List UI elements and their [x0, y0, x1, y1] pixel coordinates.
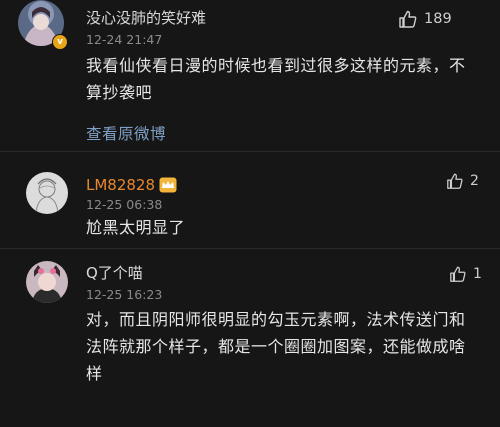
comment-timestamp: 12-25 16:23 — [86, 287, 163, 302]
comment-item: v 没心没肺的笑好难 12-24 21:47 189 我看仙侠看日漫的时候也看到… — [0, 0, 500, 150]
like-button[interactable]: 2 — [446, 172, 479, 190]
crown-icon — [159, 177, 177, 197]
like-button[interactable]: 1 — [449, 265, 482, 283]
view-original-link[interactable]: 查看原微博 — [86, 122, 166, 144]
comment-text: 我看仙侠看日漫的时候也看到过很多这样的元素，不算抄袭吧 — [86, 56, 466, 102]
thumbs-up-icon — [399, 10, 417, 28]
avatar-sketch-icon — [26, 172, 68, 214]
comment-text: 对，而且阴阳师很明显的勾玉元素啊，法术传送门和法阵就那个样子，都是一个圈圈加图案… — [86, 310, 466, 383]
thumbs-up-icon — [450, 266, 466, 282]
comment-username[interactable]: Q了个喵 — [86, 264, 143, 282]
like-count: 189 — [424, 11, 452, 27]
avatar[interactable] — [26, 172, 68, 214]
comment-list: v 没心没肺的笑好难 12-24 21:47 189 我看仙侠看日漫的时候也看到… — [0, 0, 500, 427]
thumbs-up-icon — [447, 173, 463, 189]
like-count: 2 — [470, 173, 479, 189]
comment-item: Q了个喵 12-25 16:23 1 对，而且阴阳师很明显的勾玉元素啊，法术传送… — [0, 249, 500, 427]
verified-badge-icon: v — [52, 34, 68, 50]
avatar[interactable] — [26, 261, 68, 303]
comment-username[interactable]: LM82828 — [86, 176, 155, 194]
comment-timestamp: 12-24 21:47 — [86, 32, 163, 47]
like-count: 1 — [473, 266, 482, 282]
comment-item: LM82828 12-25 06:38 2 尬黑太明显了 — [0, 152, 500, 254]
comment-timestamp: 12-25 06:38 — [86, 197, 163, 212]
like-button[interactable]: 189 — [398, 9, 452, 29]
comment-username[interactable]: 没心没肺的笑好难 — [86, 9, 206, 27]
comment-text: 尬黑太明显了 — [86, 218, 186, 237]
avatar-cat-ears-icon — [26, 261, 68, 303]
